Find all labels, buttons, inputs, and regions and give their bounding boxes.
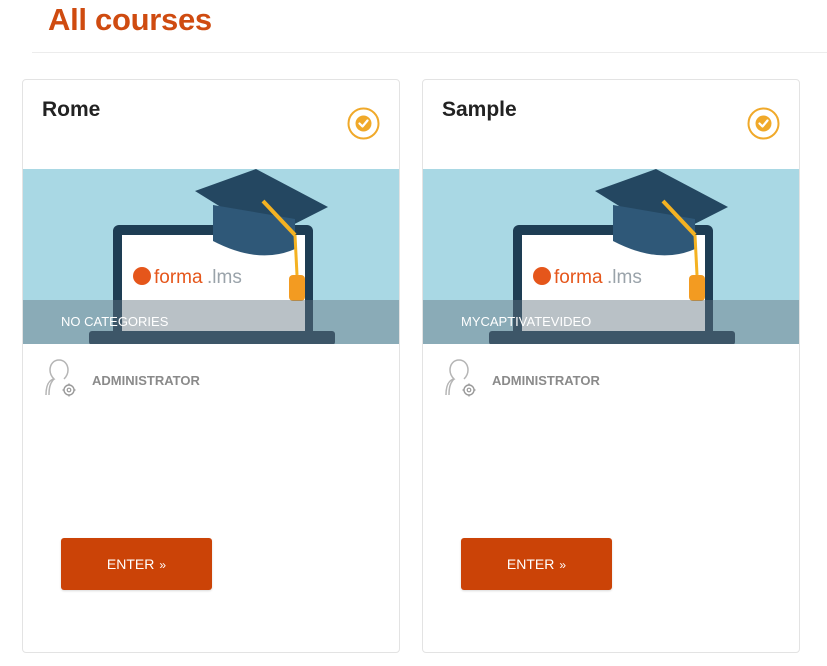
teacher-name: ADMINISTRATOR xyxy=(492,373,600,388)
enter-button[interactable]: ENTER » xyxy=(461,538,612,590)
page-title: All courses xyxy=(48,2,212,37)
enter-label: ENTER xyxy=(106,556,155,572)
course-title[interactable]: Rome xyxy=(42,98,100,122)
title-divider xyxy=(32,52,827,53)
teacher-admin-icon xyxy=(440,359,480,399)
course-card-rome: Rome NO CATEGORIES ADMINISTRATOR ENTER » xyxy=(22,79,400,653)
check-circle-icon xyxy=(747,107,780,140)
course-category: NO CATEGORIES xyxy=(61,314,169,329)
course-title[interactable]: Sample xyxy=(442,98,517,122)
course-card-sample: Sample MYCAPTIVATEVIDEO ADMINISTRATOR EN… xyxy=(422,79,800,653)
double-chevron-right-icon: » xyxy=(159,558,167,572)
enter-button[interactable]: ENTER » xyxy=(61,538,212,590)
teacher-name: ADMINISTRATOR xyxy=(92,373,200,388)
check-circle-icon xyxy=(347,107,380,140)
enter-label: ENTER xyxy=(506,556,555,572)
teacher-admin-icon xyxy=(40,359,80,399)
double-chevron-right-icon: » xyxy=(559,558,567,572)
course-category: MYCAPTIVATEVIDEO xyxy=(461,314,592,329)
